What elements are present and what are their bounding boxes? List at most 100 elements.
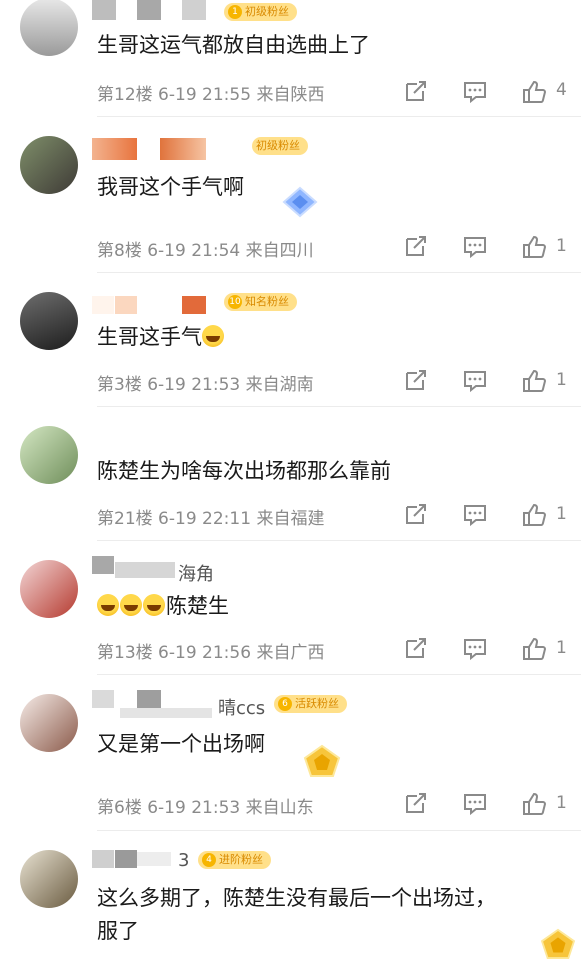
floor-label: 第3楼	[97, 375, 142, 395]
divider	[97, 830, 581, 831]
badge-label: 进阶粉丝	[219, 853, 263, 866]
avatar[interactable]	[20, 292, 78, 350]
badge-level: 10	[228, 295, 242, 309]
date-label: 6-19	[158, 85, 197, 105]
crying-emoji-icon	[120, 594, 142, 616]
location-label: 来自陕西	[256, 85, 325, 105]
share-icon[interactable]	[402, 501, 430, 529]
avatar[interactable]	[20, 136, 78, 194]
floor-label: 第6楼	[97, 798, 142, 818]
username[interactable]: 晴ccs	[218, 694, 265, 720]
mosaic	[160, 138, 206, 160]
comment-text: 陈楚生为啥每次出场都那么靠前	[97, 459, 391, 483]
mosaic	[92, 690, 114, 708]
like-count: 1	[556, 370, 567, 390]
pentagon-sticker	[540, 928, 576, 960]
avatar[interactable]	[20, 0, 78, 56]
location-label: 来自四川	[245, 241, 314, 261]
comment-meta: 第13楼 6-19 21:56 来自广西	[97, 638, 324, 663]
share-icon[interactable]	[402, 78, 430, 106]
badge-label: 初级粉丝	[245, 5, 289, 18]
time-label: 21:53	[191, 798, 241, 818]
share-icon[interactable]	[402, 367, 430, 395]
comment-icon[interactable]	[461, 635, 489, 663]
avatar[interactable]	[20, 694, 78, 752]
badge-label: 活跃粉丝	[295, 697, 339, 710]
comment-text: 这么多期了，陈楚生没有最后一个出场过， 服了	[97, 886, 496, 943]
floor-label: 第12楼	[97, 85, 153, 105]
thumbs-up-icon[interactable]	[520, 367, 548, 395]
badge-label: 知名粉丝	[245, 295, 289, 308]
comment-text-content: 生哥这手气	[97, 325, 202, 349]
mosaic	[137, 0, 161, 20]
avatar[interactable]	[20, 850, 78, 908]
floor-label: 第13楼	[97, 643, 153, 663]
mosaic	[137, 852, 171, 866]
username[interactable]: 海角	[178, 560, 214, 586]
comment-icon[interactable]	[461, 501, 489, 529]
pentagon-sticker	[303, 744, 341, 777]
location-label: 来自湖南	[245, 375, 314, 395]
share-icon[interactable]	[402, 790, 430, 818]
like-count: 1	[556, 236, 567, 256]
fan-badge: 初级粉丝	[252, 137, 308, 155]
mosaic	[115, 850, 137, 868]
floor-label: 第8楼	[97, 241, 142, 261]
time-label: 21:53	[191, 375, 241, 395]
fan-badge: 4 进阶粉丝	[198, 851, 271, 869]
comment-meta: 第21楼 6-19 22:11 来自福建	[97, 504, 324, 529]
mosaic	[115, 296, 137, 314]
comment-meta: 第3楼 6-19 21:53 来自湖南	[97, 370, 314, 395]
share-icon[interactable]	[402, 635, 430, 663]
comment-text: 我哥这个手气啊	[97, 175, 244, 199]
diamond-sticker	[282, 186, 318, 218]
comment-icon[interactable]	[461, 233, 489, 261]
avatar[interactable]	[20, 426, 78, 484]
thumbs-up-icon[interactable]	[520, 635, 548, 663]
date-label: 6-19	[147, 375, 186, 395]
avatar[interactable]	[20, 560, 78, 618]
divider	[97, 540, 581, 541]
like-count: 1	[556, 793, 567, 813]
comment-text-content: 陈楚生	[166, 594, 229, 618]
comment-meta: 第6楼 6-19 21:53 来自山东	[97, 793, 314, 818]
fan-badge: 6 活跃粉丝	[274, 695, 347, 713]
comment-text: 生哥这运气都放自由选曲上了	[97, 33, 370, 57]
thumbs-up-icon[interactable]	[520, 78, 548, 106]
comment-icon[interactable]	[461, 78, 489, 106]
mosaic	[115, 562, 175, 578]
comment-meta: 第8楼 6-19 21:54 来自四川	[97, 236, 314, 261]
time-label: 21:54	[191, 241, 241, 261]
date-label: 6-19	[158, 509, 197, 529]
comment-meta: 第12楼 6-19 21:55 来自陕西	[97, 80, 324, 105]
fan-badge: 1 初级粉丝	[224, 3, 297, 21]
thumbs-up-icon[interactable]	[520, 233, 548, 261]
time-label: 22:11	[202, 509, 252, 529]
divider	[97, 406, 581, 407]
location-label: 来自广西	[256, 643, 325, 663]
date-label: 6-19	[147, 798, 186, 818]
date-label: 6-19	[147, 241, 186, 261]
mosaic	[92, 296, 114, 314]
share-icon[interactable]	[402, 233, 430, 261]
crying-emoji-icon	[202, 325, 224, 347]
like-count: 4	[556, 80, 567, 100]
comment-icon[interactable]	[461, 790, 489, 818]
mosaic	[120, 708, 212, 718]
badge-level: 4	[202, 853, 216, 867]
like-count: 1	[556, 504, 567, 524]
date-label: 6-19	[158, 643, 197, 663]
fan-badge: 10 知名粉丝	[224, 293, 297, 311]
thumbs-up-icon[interactable]	[520, 501, 548, 529]
mosaic	[182, 0, 206, 20]
divider	[97, 272, 581, 273]
crying-emoji-icon	[97, 594, 119, 616]
badge-level: 6	[278, 697, 292, 711]
thumbs-up-icon[interactable]	[520, 790, 548, 818]
mosaic	[92, 0, 116, 20]
username[interactable]: 3	[178, 850, 189, 871]
mosaic	[137, 690, 161, 708]
comment-icon[interactable]	[461, 367, 489, 395]
comment-text: 生哥这手气	[97, 321, 567, 354]
floor-label: 第21楼	[97, 509, 153, 529]
